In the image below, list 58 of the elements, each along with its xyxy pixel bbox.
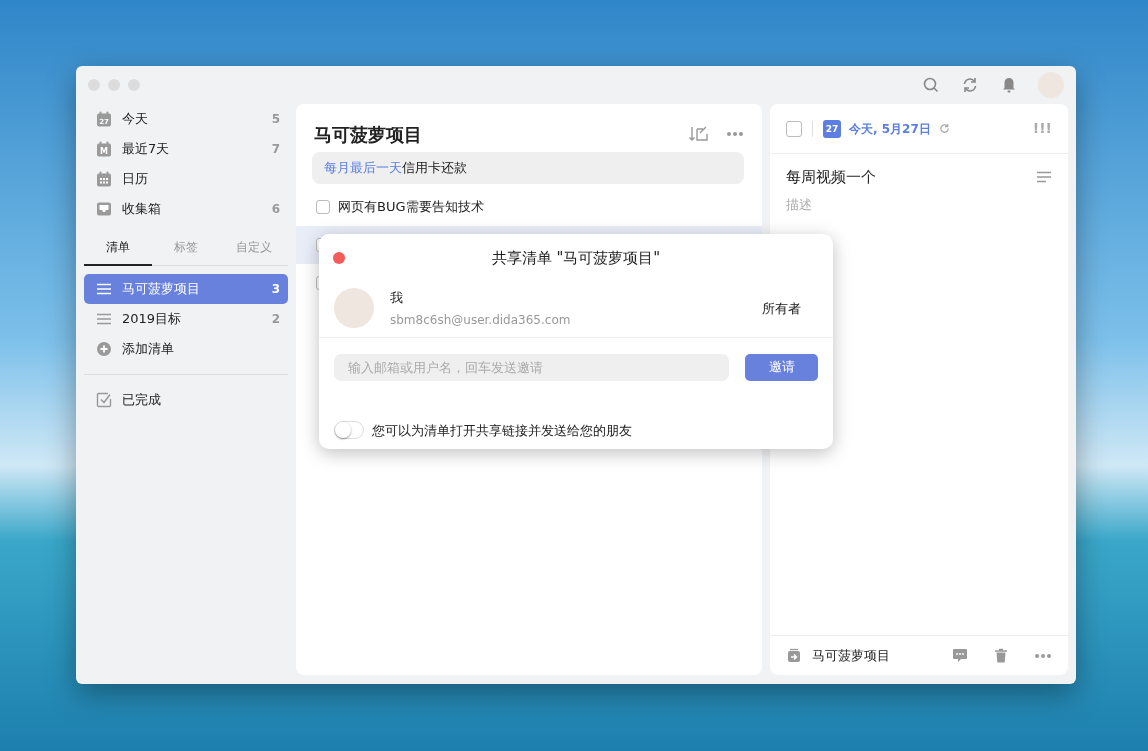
recurring-task-text: 每月最后一天信用卡还款: [324, 159, 467, 178]
task-title: 网页有BUG需要告知技术: [338, 198, 484, 217]
member-email: sbm8c6sh@user.dida365.com: [390, 311, 572, 329]
list-icon: [96, 281, 112, 297]
list-name[interactable]: 马可菠萝项目: [812, 645, 942, 666]
add-list-label: 添加清单: [122, 340, 175, 359]
due-date[interactable]: 今天, 5月27日: [849, 119, 931, 138]
search-icon[interactable]: [921, 75, 941, 95]
task-count: 5: [271, 111, 280, 128]
member-avatar: [334, 288, 374, 329]
add-list-item[interactable]: 添加清单: [84, 334, 288, 364]
calendar-icon: [96, 171, 112, 187]
list-label: 2019目标: [122, 310, 183, 329]
trash-icon[interactable]: [994, 647, 1008, 664]
smart-list-item[interactable]: M 最近7天 7: [84, 134, 288, 164]
task-count: 6: [271, 201, 280, 218]
repeat-icon: [938, 123, 950, 134]
list-item[interactable]: 马可菠萝项目 3: [84, 274, 288, 304]
member-role: 所有者: [762, 299, 801, 318]
task-count: 3: [271, 281, 280, 298]
more-icon[interactable]: [726, 131, 744, 137]
more-icon[interactable]: [1034, 652, 1052, 659]
task-checkbox[interactable]: [316, 200, 330, 214]
sidebar-tab[interactable]: 清单: [84, 232, 152, 266]
task-count: 7: [271, 141, 280, 158]
completed-item[interactable]: 已完成: [84, 385, 288, 415]
task-checkbox[interactable]: [786, 120, 802, 137]
add-icon: [96, 341, 112, 357]
list-item[interactable]: 2019目标 2: [84, 304, 288, 334]
inbox-icon: [96, 201, 112, 217]
list-icon: [96, 311, 112, 327]
move-to-list-icon[interactable]: [786, 647, 802, 664]
recurring-task-row[interactable]: 每月最后一天信用卡还款: [312, 152, 744, 184]
comment-icon[interactable]: [952, 648, 968, 663]
description-format-icon[interactable]: [1036, 171, 1052, 184]
sort-edit-icon[interactable]: [688, 125, 710, 143]
smart-list-label: 最近7天: [122, 140, 171, 159]
list-label: 马可菠萝项目: [122, 280, 201, 299]
share-link-toggle[interactable]: [334, 421, 364, 440]
close-dialog-button[interactable]: [333, 252, 345, 264]
task-title[interactable]: 每周视频一个: [786, 166, 1036, 189]
list-title: 马可菠萝项目: [314, 122, 423, 147]
member-name: 我: [390, 289, 404, 307]
smart-list-label: 今天: [122, 110, 149, 129]
smart-list-label: 收集箱: [122, 200, 162, 219]
smart-list-item[interactable]: 日历: [84, 164, 288, 194]
task-row[interactable]: 网页有BUG需要告知技术: [296, 188, 762, 226]
smart-list-item[interactable]: 收集箱 6: [84, 194, 288, 224]
task-count: 2: [271, 311, 280, 328]
invite-button[interactable]: 邀请: [745, 353, 818, 381]
calendar-week-icon: M: [96, 141, 112, 157]
smart-list-label: 日历: [122, 170, 149, 189]
invite-input-field[interactable]: 输入邮箱或用户名，回车发送邀请: [334, 353, 729, 381]
completed-label: 已完成: [122, 391, 162, 410]
share-link-label: 您可以为清单打开共享链接并发送给您的朋友: [372, 421, 632, 440]
calendar-icon[interactable]: 27: [823, 119, 841, 138]
dialog-title: 共享清单 "马可菠萝项目": [490, 247, 662, 269]
checked-box-icon: [96, 392, 112, 408]
